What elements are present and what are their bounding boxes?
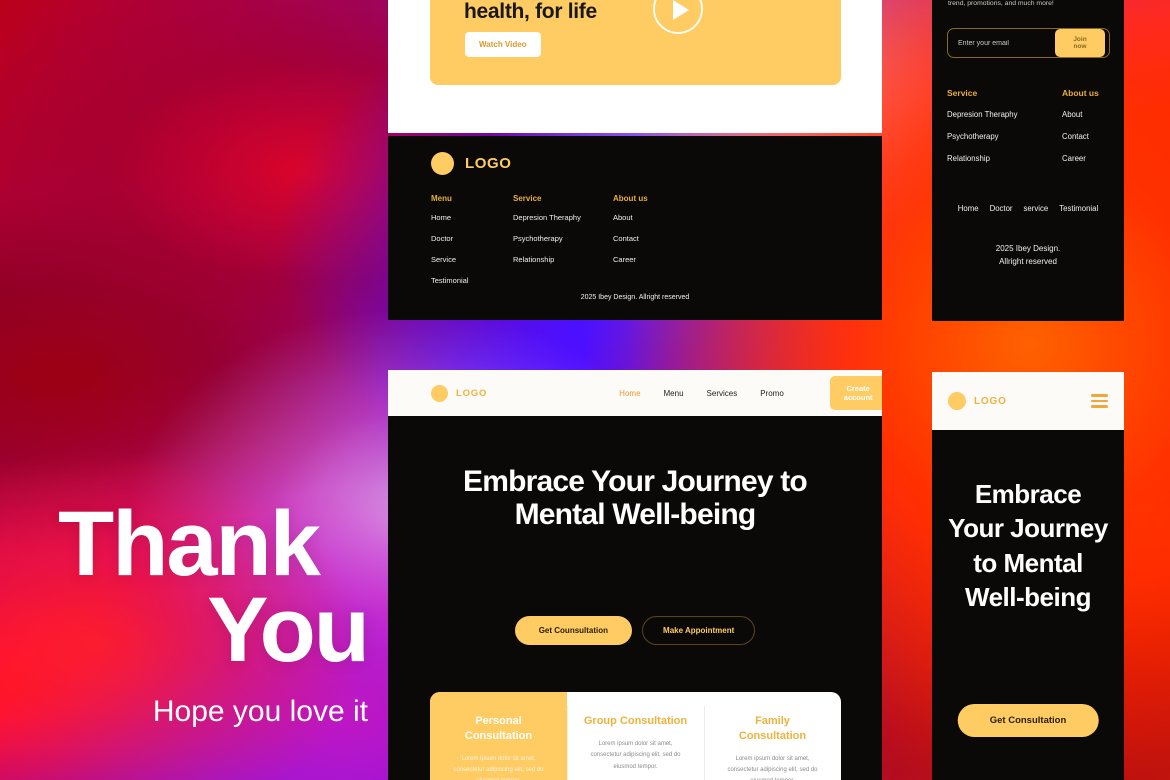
mockup-desktop-hero: LOGO Home Menu Services Promo Create acc… xyxy=(388,370,882,780)
footer-column-service: Service Depresion Theraphy Psychotherapy… xyxy=(513,194,613,297)
logo-text: LOGO xyxy=(974,395,1007,407)
footer-column-heading: Menu xyxy=(431,194,452,203)
footer-column-heading: Service xyxy=(947,88,978,98)
footer-link[interactable]: Doctor xyxy=(431,234,513,243)
footer-link[interactable]: Career xyxy=(613,255,695,264)
footer-column-about: About us About Contact Career xyxy=(613,194,695,297)
mobile-newsletter-form: Join now xyxy=(947,28,1110,58)
footer-column-heading: Service xyxy=(513,194,542,203)
footer-link[interactable]: Depresion Theraphy xyxy=(947,110,1062,119)
mockup-top-yellow-card: health, for life Watch Video xyxy=(388,0,882,133)
copyright-line-1: 2025 Ibey Design. xyxy=(995,244,1061,253)
footer-link[interactable]: Psychotherapy xyxy=(947,132,1062,141)
navbar-links: Home Menu Services Promo Create account xyxy=(619,376,882,410)
mobile-hero-title: Embrace Your Journey to Mental Well-bein… xyxy=(948,479,1108,612)
footer-link-columns: Menu Home Doctor Service Testimonial Ser… xyxy=(431,194,695,297)
nav-link-home[interactable]: Home xyxy=(619,389,640,398)
mobile-footer-bottom-nav: Home Doctor service Testimonial xyxy=(932,204,1124,213)
mobile-navbar: LOGO xyxy=(932,372,1124,430)
logo-text: LOGO xyxy=(456,387,488,399)
footer-link[interactable]: About xyxy=(1062,110,1112,119)
footer-link[interactable]: Contact xyxy=(613,234,695,243)
footer-link[interactable]: Career xyxy=(1062,154,1112,163)
thank-you-subtitle: Hope you love it xyxy=(152,695,368,729)
mockup-mobile-footer: trend, promotions, and much more! Join n… xyxy=(932,0,1124,321)
mockup-mobile-hero: LOGO Embrace Your Journey to Mental Well… xyxy=(932,372,1124,780)
footer-link[interactable]: Service xyxy=(431,255,513,264)
mobile-newsletter-join-button[interactable]: Join now xyxy=(1055,29,1105,57)
footer-nav-link[interactable]: Testimonial xyxy=(1059,204,1098,213)
desktop-hero-section: Embrace Your Journey to Mental Well-bein… xyxy=(388,416,882,780)
mobile-navbar-logo[interactable]: LOGO xyxy=(948,392,1007,410)
footer-column-heading: About us xyxy=(613,194,648,203)
mockup-desktop-footer: LOGO Menu Home Doctor Service Testimonia… xyxy=(388,136,882,320)
thank-you-block: Thank You Hope you love it xyxy=(58,493,370,729)
card-title: Group Consultation xyxy=(583,715,688,727)
logo-text: LOGO xyxy=(465,155,512,172)
footer-link[interactable]: Psychotherapy xyxy=(513,234,613,243)
footer-link[interactable]: Relationship xyxy=(947,154,1062,163)
consultation-cards: Personal Consultation Lorem ipsum dolor … xyxy=(430,692,841,780)
mobile-footer-columns: Service Depresion Theraphy Psychotherapy… xyxy=(947,88,1112,176)
desktop-navbar: LOGO Home Menu Services Promo Create acc… xyxy=(388,370,882,416)
card-body: Lorem ipsum dolor sit amet, consectetur … xyxy=(590,740,681,770)
logo-mark-icon xyxy=(431,384,448,402)
thank-you-line-2: You xyxy=(207,578,370,681)
navbar-logo[interactable]: LOGO xyxy=(431,384,488,402)
footer-nav-link[interactable]: service xyxy=(1024,204,1049,213)
logo-mark-icon xyxy=(431,152,454,175)
footer-nav-link[interactable]: Home xyxy=(958,204,979,213)
make-appointment-button[interactable]: Make Appointment xyxy=(642,616,756,645)
copyright-line-2: Allright reserved xyxy=(999,256,1057,266)
footer-logo[interactable]: LOGO xyxy=(431,152,512,175)
consultation-card-family[interactable]: Family Consultation Lorem ipsum dolor si… xyxy=(704,692,841,780)
footer-link[interactable]: Testimonial xyxy=(431,276,513,285)
promo-card: health, for life Watch Video xyxy=(430,0,841,85)
nav-link-services[interactable]: Services xyxy=(707,389,738,398)
watch-video-button[interactable]: Watch Video xyxy=(465,32,541,57)
hero-title: Embrace Your Journey to Mental Well-bein… xyxy=(463,465,808,531)
create-account-button[interactable]: Create account xyxy=(829,376,882,410)
promo-card-headline: health, for life xyxy=(464,0,597,23)
thank-you-line-1: Thank xyxy=(58,493,321,595)
footer-link[interactable]: Home xyxy=(431,213,513,222)
mobile-newsletter-email-input[interactable] xyxy=(958,39,1049,47)
footer-description-tail: trend, promotions, and much more! xyxy=(948,0,1054,7)
hero-button-group: Get Counsultation Make Appointment xyxy=(388,616,882,645)
footer-link[interactable]: Relationship xyxy=(513,255,613,264)
mobile-footer-copyright: 2025 Ibey Design. Allright reserved xyxy=(932,243,1124,269)
footer-column-heading: About us xyxy=(1062,88,1099,98)
logo-mark-icon xyxy=(948,392,966,410)
card-body: Lorem ipsum dolor sit amet, consectetur … xyxy=(453,755,544,780)
footer-link[interactable]: About xyxy=(613,213,695,222)
card-body: Lorem ipsum dolor sit amet, consectetur … xyxy=(727,755,818,780)
card-title: Personal Consultation xyxy=(464,715,533,742)
nav-link-promo[interactable]: Promo xyxy=(760,389,784,398)
mobile-footer-column-about: About us About Contact Career xyxy=(1062,88,1112,176)
footer-copyright: 2025 Ibey Design. Allright reserved xyxy=(580,294,690,301)
footer-nav-link[interactable]: Doctor xyxy=(990,204,1013,213)
consultation-card-group[interactable]: Group Consultation Lorem ipsum dolor sit… xyxy=(567,692,704,780)
consultation-card-personal[interactable]: Personal Consultation Lorem ipsum dolor … xyxy=(430,692,567,780)
hamburger-menu-icon[interactable] xyxy=(1091,394,1108,408)
footer-link[interactable]: Depresion Theraphy xyxy=(513,213,613,222)
mobile-get-consultation-button[interactable]: Get Consultation xyxy=(957,704,1099,737)
mobile-footer-column-service: Service Depresion Theraphy Psychotherapy… xyxy=(947,88,1062,176)
footer-link[interactable]: Contact xyxy=(1062,132,1112,141)
presentation-slide: Thank You Hope you love it health, for l… xyxy=(0,0,1170,780)
get-consultation-button[interactable]: Get Counsultation xyxy=(514,616,633,645)
card-title: Family Consultation xyxy=(738,715,807,742)
nav-link-menu[interactable]: Menu xyxy=(664,389,684,398)
play-icon[interactable] xyxy=(653,0,703,34)
footer-column-menu: Menu Home Doctor Service Testimonial xyxy=(431,194,513,297)
